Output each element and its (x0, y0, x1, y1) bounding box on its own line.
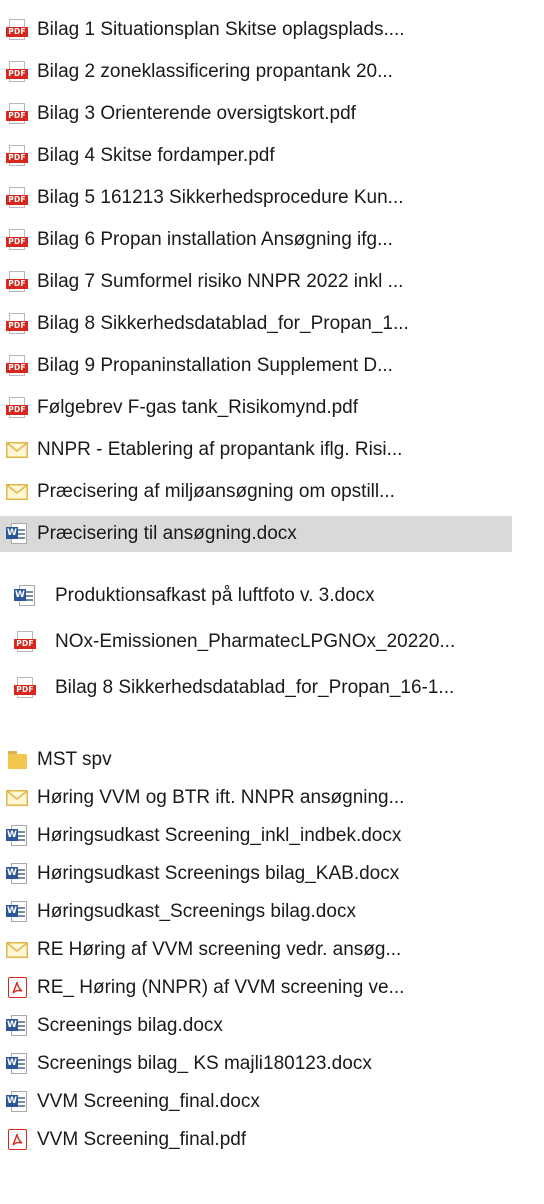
file-item[interactable]: PDF NOx-Emissionen_PharmatecLPGNOx_20220… (14, 624, 544, 660)
file-list: PDF Bilag 1 Situationsplan Skitse oplags… (0, 0, 544, 1204)
file-name: Screenings bilag_ KS majli180123.docx (37, 1053, 372, 1074)
file-name: Præcisering til ansøgning.docx (37, 523, 297, 544)
file-item[interactable]: NNPR - Etablering af propantank iflg. Ri… (6, 432, 544, 468)
file-name: Høring VVM og BTR ift. NNPR ansøgning... (37, 787, 405, 808)
file-name: Bilag 9 Propaninstallation Supplement D.… (37, 355, 393, 376)
mail-envelope-icon (6, 439, 28, 461)
folder-icon (6, 749, 28, 771)
file-name: Produktionsafkast på luftfoto v. 3.docx (55, 585, 375, 606)
file-item[interactable]: VVM Screening_final.pdf (6, 1122, 544, 1158)
word-document-icon: W (6, 1015, 28, 1037)
file-name: Høringsudkast_Screenings bilag.docx (37, 901, 356, 922)
mail-envelope-icon (6, 939, 28, 961)
file-item[interactable]: W Screenings bilag.docx (6, 1008, 544, 1044)
pdf-file-icon: PDF (14, 677, 36, 699)
file-name: Høringsudkast Screening_inkl_indbek.docx (37, 825, 402, 846)
pdf-file-icon: PDF (6, 313, 28, 335)
file-name: Præcisering af miljøansøgning om opstill… (37, 481, 395, 502)
pdf-file-icon: PDF (6, 145, 28, 167)
folder-name: MST spv (37, 749, 112, 770)
pdf-file-icon: PDF (6, 271, 28, 293)
file-item[interactable]: W Produktionsafkast på luftfoto v. 3.doc… (14, 578, 544, 614)
folder-item[interactable]: MST spv (6, 742, 544, 778)
file-item[interactable]: PDF Bilag 7 Sumformel risiko NNPR 2022 i… (6, 264, 544, 300)
pdf-file-icon: PDF (6, 355, 28, 377)
word-document-icon: W (6, 1053, 28, 1075)
file-name: Høringsudkast Screenings bilag_KAB.docx (37, 863, 400, 884)
file-name: Bilag 8 Sikkerhedsdatablad_for_Propan_1.… (37, 313, 409, 334)
file-item[interactable]: W Høringsudkast Screenings bilag_KAB.doc… (6, 856, 544, 892)
file-name: Bilag 5 161213 Sikkerhedsprocedure Kun..… (37, 187, 404, 208)
file-item[interactable]: RE Høring af VVM screening vedr. ansøg..… (6, 932, 544, 968)
file-item[interactable]: Præcisering af miljøansøgning om opstill… (6, 474, 544, 510)
pdf-file-icon: PDF (6, 229, 28, 251)
file-name: RE_ Høring (NNPR) af VVM screening ve... (37, 977, 405, 998)
pdf-file-icon: PDF (6, 61, 28, 83)
file-name: Følgebrev F-gas tank_Risikomynd.pdf (37, 397, 359, 418)
file-item[interactable]: PDF Bilag 4 Skitse fordamper.pdf (6, 138, 544, 174)
word-document-icon: W (6, 1091, 28, 1113)
file-item[interactable]: PDF Bilag 8 Sikkerhedsdatablad_for_Propa… (6, 306, 544, 342)
word-document-icon: W (14, 585, 36, 607)
file-item[interactable]: PDF Bilag 9 Propaninstallation Supplemen… (6, 348, 544, 384)
file-name: Bilag 3 Orienterende oversigtskort.pdf (37, 103, 356, 124)
mail-envelope-icon (6, 481, 28, 503)
file-name: Bilag 7 Sumformel risiko NNPR 2022 inkl … (37, 271, 404, 292)
file-item[interactable]: PDF Bilag 6 Propan installation Ansøgnin… (6, 222, 544, 258)
file-item[interactable]: PDF Følgebrev F-gas tank_Risikomynd.pdf (6, 390, 544, 426)
word-document-icon: W (6, 901, 28, 923)
file-name: Screenings bilag.docx (37, 1015, 223, 1036)
acrobat-pdf-icon (6, 977, 28, 999)
file-name: Bilag 1 Situationsplan Skitse oplagsplad… (37, 19, 405, 40)
file-name: Bilag 4 Skitse fordamper.pdf (37, 145, 275, 166)
pdf-file-icon: PDF (6, 19, 28, 41)
pdf-file-icon: PDF (6, 187, 28, 209)
word-document-icon: W (6, 523, 28, 545)
file-item[interactable]: PDF Bilag 2 zoneklassificering propantan… (6, 54, 544, 90)
file-name: NNPR - Etablering af propantank iflg. Ri… (37, 439, 403, 460)
file-item[interactable]: PDF Bilag 5 161213 Sikkerhedsprocedure K… (6, 180, 544, 216)
file-name: VVM Screening_final.pdf (37, 1129, 247, 1150)
file-item-selected[interactable]: W Præcisering til ansøgning.docx (0, 516, 512, 552)
file-name: NOx-Emissionen_PharmatecLPGNOx_20220... (55, 631, 456, 652)
pdf-file-icon: PDF (14, 631, 36, 653)
file-item[interactable]: PDF Bilag 3 Orienterende oversigtskort.p… (6, 96, 544, 132)
file-item[interactable]: W VVM Screening_final.docx (6, 1084, 544, 1120)
acrobat-pdf-icon (6, 1129, 28, 1151)
file-name: Bilag 2 zoneklassificering propantank 20… (37, 61, 393, 82)
file-item[interactable]: W Høringsudkast Screening_inkl_indbek.do… (6, 818, 544, 854)
word-document-icon: W (6, 825, 28, 847)
file-name: RE Høring af VVM screening vedr. ansøg..… (37, 939, 402, 960)
file-item[interactable]: RE_ Høring (NNPR) af VVM screening ve... (6, 970, 544, 1006)
pdf-file-icon: PDF (6, 103, 28, 125)
mail-envelope-icon (6, 787, 28, 809)
file-item[interactable]: PDF Bilag 1 Situationsplan Skitse oplags… (6, 12, 544, 48)
file-item[interactable]: PDF Bilag 8 Sikkerhedsdatablad_for_Propa… (14, 670, 544, 706)
file-item[interactable]: Høring VVM og BTR ift. NNPR ansøgning... (6, 780, 544, 816)
file-item[interactable]: W Høringsudkast_Screenings bilag.docx (6, 894, 544, 930)
file-name: Bilag 8 Sikkerhedsdatablad_for_Propan_16… (55, 677, 455, 698)
word-document-icon: W (6, 863, 28, 885)
file-name: VVM Screening_final.docx (37, 1091, 260, 1112)
pdf-file-icon: PDF (6, 397, 28, 419)
file-item[interactable]: W Screenings bilag_ KS majli180123.docx (6, 1046, 544, 1082)
file-name: Bilag 6 Propan installation Ansøgning if… (37, 229, 393, 250)
